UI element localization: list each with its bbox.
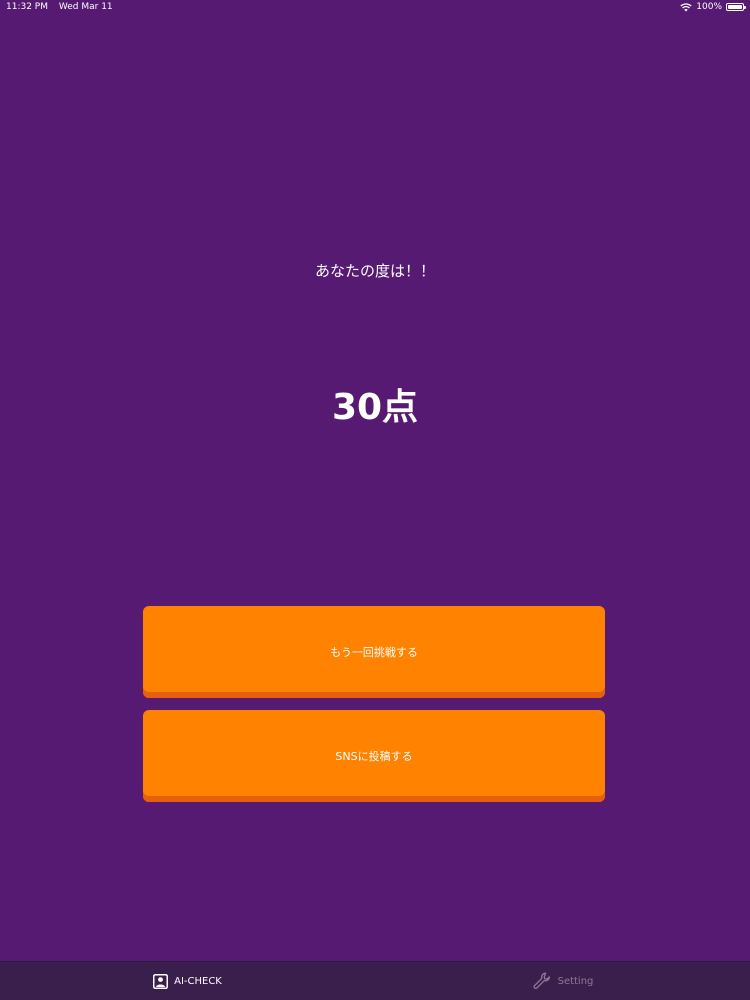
retry-button[interactable]: もう一回挑戦する xyxy=(143,606,605,698)
result-subtitle: あなたの度は！！ xyxy=(314,262,435,280)
status-left: 11:32 PM Wed Mar 11 xyxy=(6,0,121,14)
status-bar: 11:32 PM Wed Mar 11 100% xyxy=(0,0,750,14)
post-sns-button-label: SNSに投稿する xyxy=(335,750,413,763)
status-time: 11:32 PM xyxy=(6,2,48,12)
tab-ai-check-label: AI-CHECK xyxy=(174,975,222,987)
retry-button-label: もう一回挑戦する xyxy=(330,646,418,659)
person-portrait-icon xyxy=(153,973,169,989)
wrench-icon xyxy=(533,972,550,989)
battery-fill xyxy=(728,5,742,9)
battery-icon xyxy=(726,3,746,11)
tab-ai-check[interactable]: AI-CHECK xyxy=(0,962,375,1000)
wifi-icon xyxy=(680,2,692,11)
tab-bar: AI-CHECK Setting xyxy=(0,961,750,1000)
score-value: 30点 xyxy=(331,387,419,428)
tab-setting[interactable]: Setting xyxy=(375,962,750,1000)
post-sns-button[interactable]: SNSに投稿する xyxy=(143,710,605,802)
status-right: 100% xyxy=(680,0,746,14)
status-date: Wed Mar 11 xyxy=(58,2,113,12)
battery-percent: 100% xyxy=(696,2,722,12)
tab-setting-label: Setting xyxy=(557,975,594,987)
